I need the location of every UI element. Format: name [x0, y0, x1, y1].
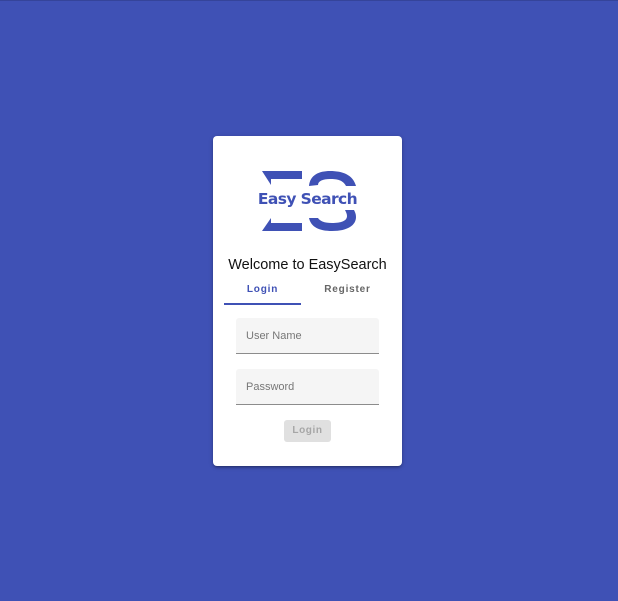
welcome-title: Welcome to EasySearch [228, 257, 387, 273]
auth-tabs: Login Register [224, 280, 390, 306]
active-tab-indicator [224, 303, 301, 305]
password-field [236, 369, 379, 405]
login-button[interactable]: Login [284, 420, 331, 442]
tab-login[interactable]: Login [224, 280, 301, 304]
username-field [236, 318, 379, 354]
username-input[interactable] [236, 318, 379, 353]
logo-text: Easy Search [257, 190, 358, 208]
window-top-border [0, 0, 618, 1]
password-input[interactable] [236, 369, 379, 404]
easysearch-logo: Easy Search [257, 170, 358, 232]
login-card: Easy Search Welcome to EasySearch Login … [213, 136, 402, 466]
tab-register[interactable]: Register [309, 280, 386, 304]
